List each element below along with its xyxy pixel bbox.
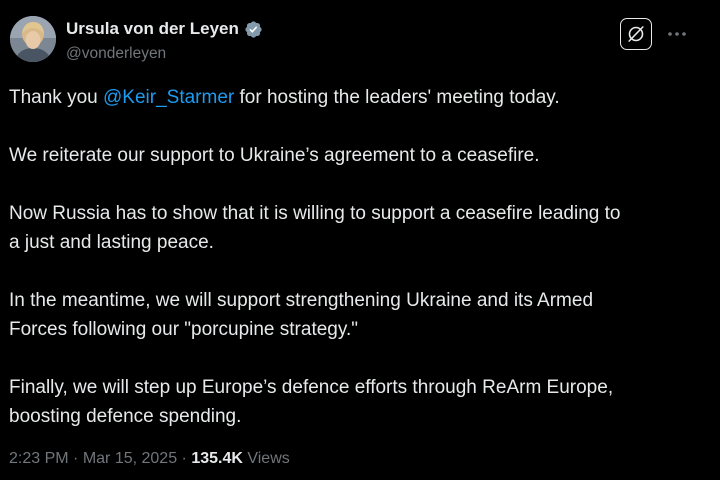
verified-badge-icon[interactable] bbox=[244, 20, 263, 39]
tweet-paragraph: Finally, we will step up Europe’s defenc… bbox=[9, 373, 709, 431]
handle[interactable]: @vonderleyen bbox=[66, 44, 166, 64]
grok-icon bbox=[628, 26, 644, 42]
tweet-text-segment: We reiterate our support to Ukraine’s ag… bbox=[9, 145, 540, 166]
mention-link[interactable]: @Keir_Starmer bbox=[103, 87, 234, 108]
tweet-text-line: boosting defence spending. bbox=[9, 406, 242, 427]
tweet-text-line: In the meantime, we will support strengt… bbox=[9, 290, 594, 311]
tweet-text: Thank you @Keir_Starmer for hosting the … bbox=[9, 83, 709, 431]
tweet-text-line: Forces following our "porcupine strategy… bbox=[9, 319, 358, 340]
views-label: Views bbox=[242, 450, 290, 467]
more-button[interactable] bbox=[663, 20, 691, 48]
views-count[interactable]: 135.4K bbox=[191, 450, 243, 467]
tweet-text-line: Finally, we will step up Europe’s defenc… bbox=[9, 377, 614, 398]
tweet-header: Ursula von der Leyen @vonderleyen bbox=[10, 14, 710, 66]
tweet-text-line: a just and lasting peace. bbox=[9, 232, 214, 253]
tweet-text-line: Now Russia has to show that it is willin… bbox=[9, 203, 621, 224]
profile-photo-icon bbox=[10, 16, 56, 62]
tweet-paragraph: We reiterate our support to Ukraine’s ag… bbox=[9, 141, 709, 170]
tweet-meta: 2:23 PM · Mar 15, 2025 · 135.4K Views bbox=[9, 448, 290, 470]
tweet-text-segment: Thank you bbox=[9, 87, 103, 108]
post-date[interactable]: Mar 15, 2025 bbox=[83, 450, 177, 467]
meta-separator: · bbox=[68, 450, 83, 467]
tweet-paragraph: In the meantime, we will support strengt… bbox=[9, 286, 709, 344]
name-row: Ursula von der Leyen bbox=[66, 18, 263, 40]
post-time[interactable]: 2:23 PM bbox=[9, 450, 69, 467]
meta-separator: · bbox=[177, 450, 192, 467]
display-name[interactable]: Ursula von der Leyen bbox=[66, 18, 239, 40]
more-dots-icon bbox=[668, 32, 686, 36]
tweet-paragraph: Now Russia has to show that it is willin… bbox=[9, 199, 709, 257]
grok-button[interactable] bbox=[620, 18, 652, 50]
tweet-text-segment: for hosting the leaders' meeting today. bbox=[234, 87, 560, 108]
avatar[interactable] bbox=[10, 16, 56, 62]
tweet-paragraph: Thank you @Keir_Starmer for hosting the … bbox=[9, 83, 709, 112]
